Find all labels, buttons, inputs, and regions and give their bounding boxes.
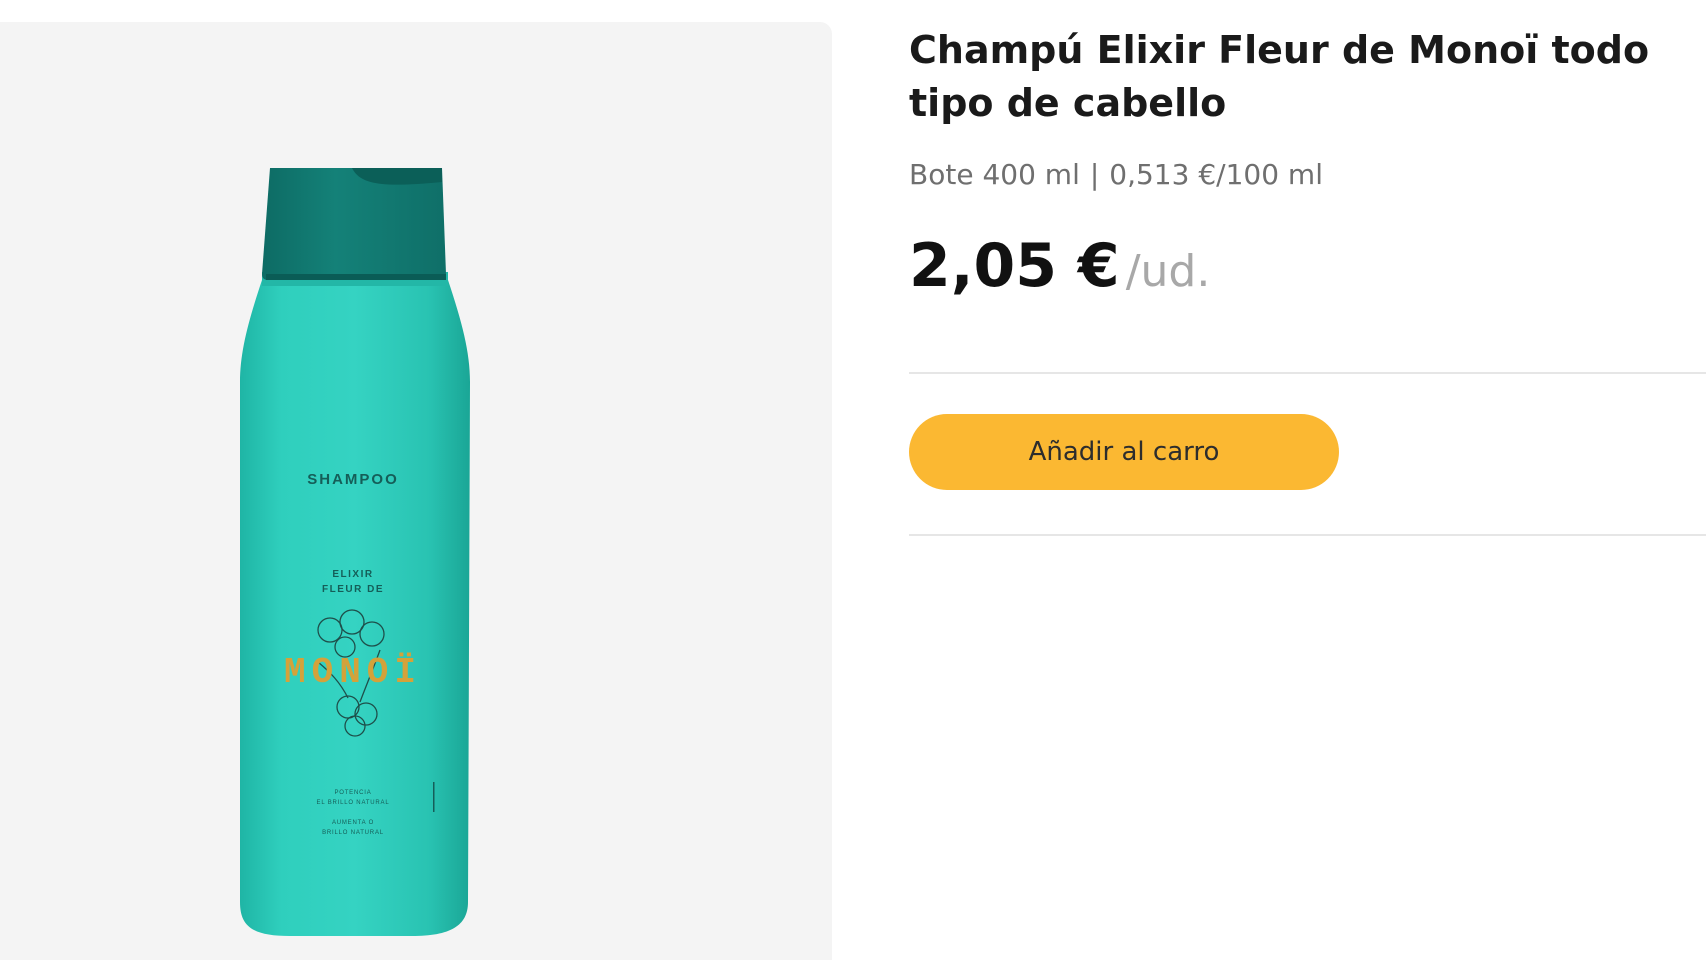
bottle-label-mark <box>433 782 435 812</box>
bottle-label-elixir: ELIXIR <box>332 569 373 580</box>
product-image[interactable]: SHAMPOO ELIXIR FLEUR DE MONOÏ POTENCIA E… <box>0 22 832 960</box>
unit-price: 0,513 €/100 ml <box>1109 158 1323 191</box>
product-page: SHAMPOO ELIXIR FLEUR DE MONOÏ POTENCIA E… <box>0 0 1706 960</box>
product-packaging: Bote 400 ml | 0,513 €/100 ml <box>909 155 1323 195</box>
bottle-label-fleur: FLEUR DE <box>322 584 384 595</box>
cap-rim <box>266 274 446 280</box>
bottle-label-shampoo: SHAMPOO <box>307 471 399 488</box>
bottle-cap <box>262 168 446 280</box>
product-title: Champú Elixir Fleur de Monoï todo tipo d… <box>909 28 1650 125</box>
add-to-cart-button[interactable]: Añadir al carro <box>909 414 1339 490</box>
divider-bottom <box>909 534 1706 536</box>
bottle-label-small-2: EL BRILLO NATURAL <box>317 800 390 806</box>
bottle-body <box>240 280 470 936</box>
divider-top <box>909 372 1706 374</box>
price-unit: /ud. <box>1125 246 1211 297</box>
product-image-panel: SHAMPOO ELIXIR FLEUR DE MONOÏ POTENCIA E… <box>0 22 832 960</box>
package-size: Bote 400 ml <box>909 158 1080 191</box>
bottle-label-small-3: AUMENTA O <box>332 820 374 826</box>
packaging-separator: | <box>1089 158 1100 191</box>
bottle-label-small-4: BRILLO NATURAL <box>322 830 384 836</box>
price-row: 2,05 €/ud. <box>909 226 1210 306</box>
product-price: 2,05 € <box>909 231 1120 301</box>
bottle-label-brand: MONOÏ <box>284 652 422 693</box>
bottle-label-small-1: POTENCIA <box>334 790 371 796</box>
